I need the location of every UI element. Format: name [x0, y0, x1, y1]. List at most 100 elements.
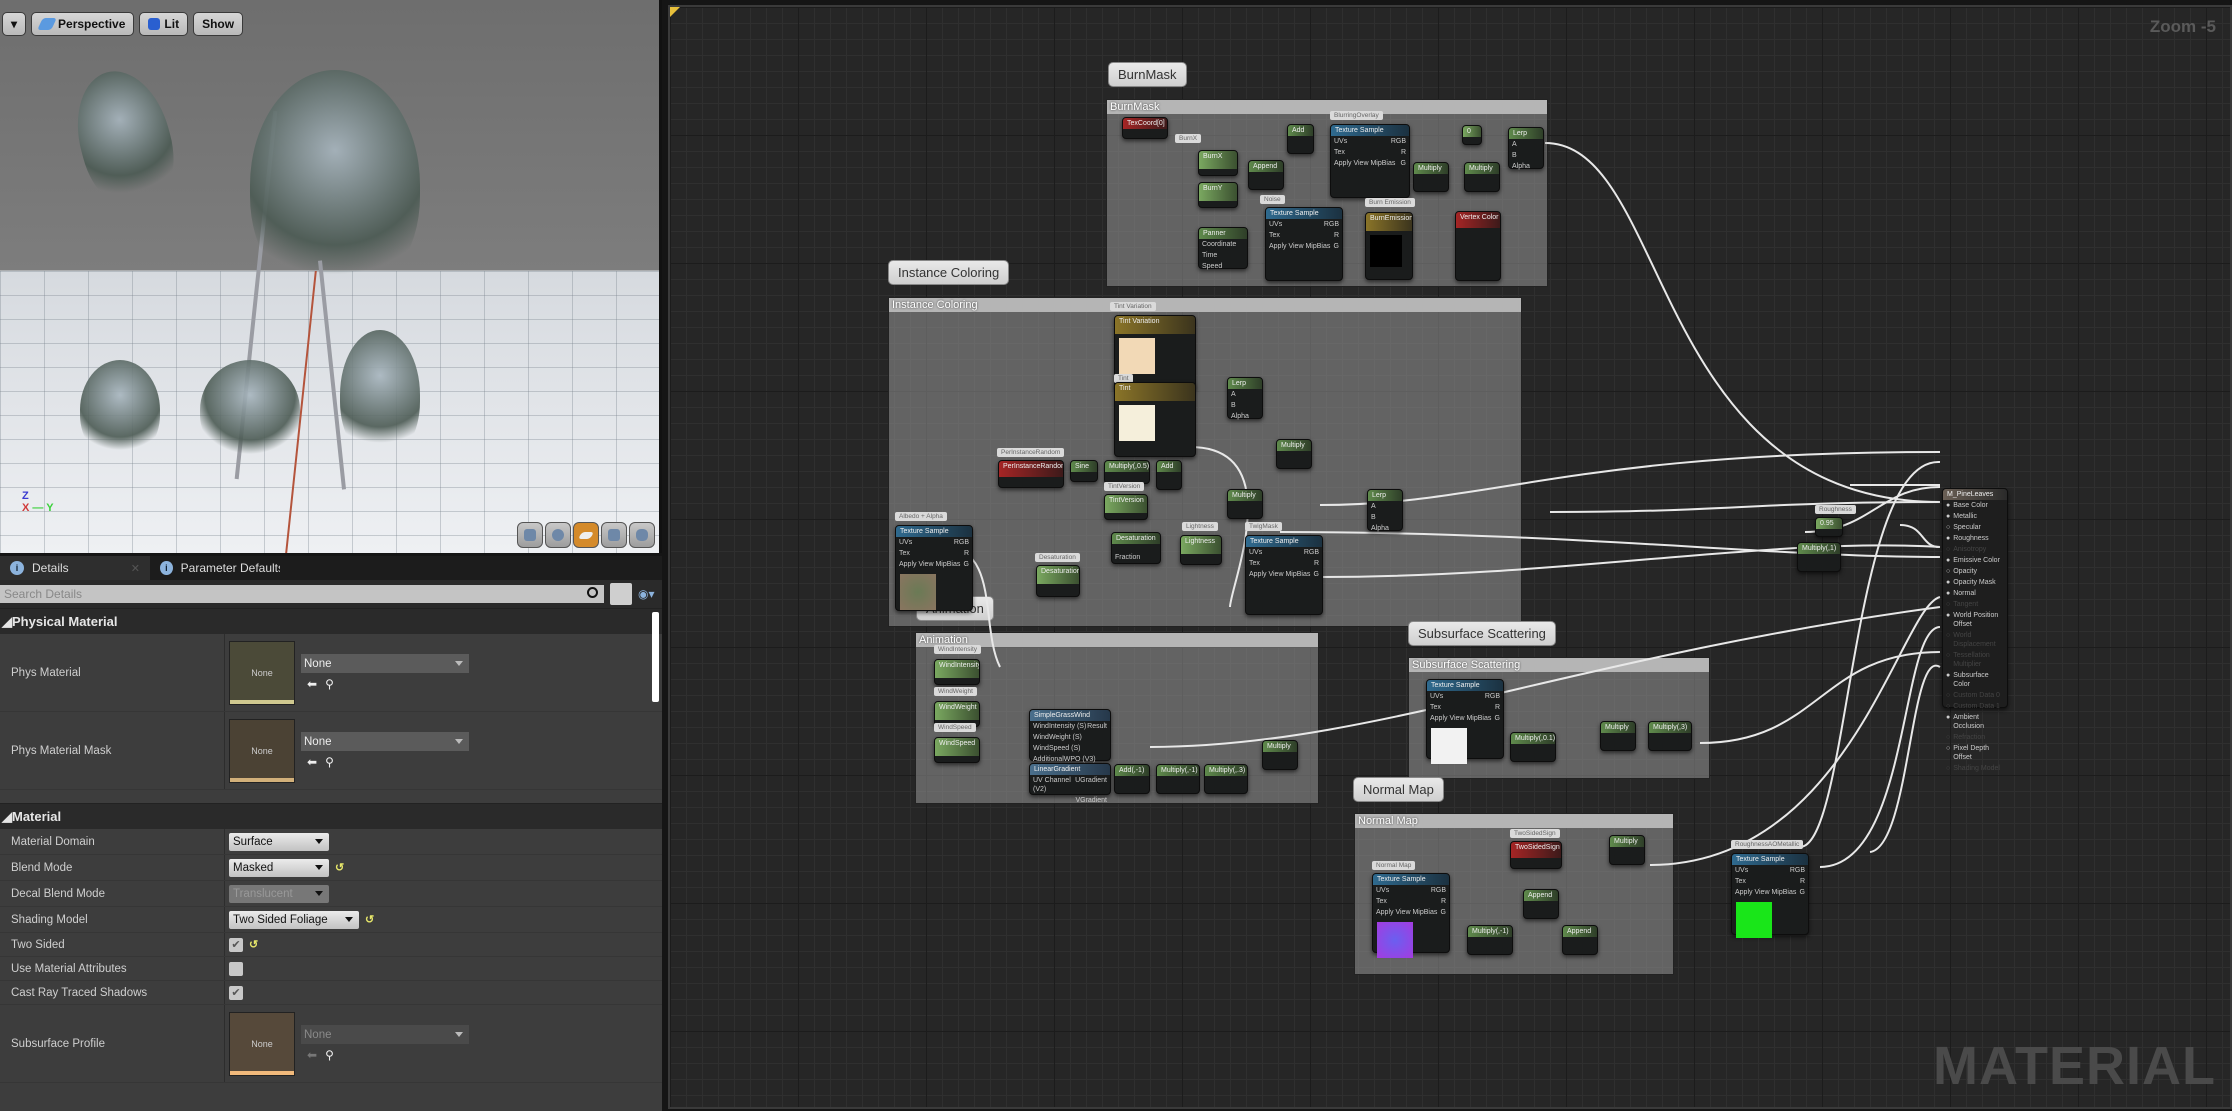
result-pin[interactable]: ○ Shading Model — [1943, 763, 2007, 774]
node-tint[interactable]: Tint — [1114, 382, 1196, 457]
node-tint-version[interactable]: TintVersion — [1104, 494, 1148, 520]
result-pin[interactable]: ● Subsurface Color — [1943, 670, 2007, 690]
node-multiply-3[interactable]: Multiply(,3) — [1648, 721, 1692, 751]
tab-details[interactable]: i Details ✕ — [0, 556, 150, 580]
node-material-result[interactable]: M_PineLeaves ● Base Color ● Metallic ○ Specul… — [1942, 488, 2008, 772]
viewport-menu-button[interactable]: ▾ — [2, 12, 27, 36]
node-roughness-constant[interactable]: 0.95 — [1815, 517, 1843, 537]
comment-box-instance-coloring[interactable]: Instance Coloring — [888, 297, 1522, 627]
node-multiply-01[interactable]: Multiply(,0.1) — [1510, 732, 1556, 762]
node-sine[interactable]: Sine — [1070, 460, 1098, 482]
node-append[interactable]: Append — [1248, 160, 1284, 190]
node-burny[interactable]: BurnY — [1198, 182, 1238, 208]
node-multiply[interactable]: Multiply — [1227, 489, 1263, 519]
node-texture-sample-noise[interactable]: Texture Sample UVs RGB Tex R Apply View Mi… — [1265, 207, 1343, 281]
node-multiply[interactable]: Multiply — [1609, 835, 1645, 865]
node-append[interactable]: Append — [1523, 889, 1559, 919]
blend-mode-dropdown[interactable]: Masked — [229, 858, 329, 877]
node-texture-sample-subsurface[interactable]: Texture Sample UVs RGB Tex R Apply View Mi… — [1426, 679, 1504, 764]
node-add[interactable]: Add — [1287, 124, 1314, 154]
result-pin[interactable]: ○ Specular — [1943, 522, 2007, 533]
node-add[interactable]: Add — [1156, 460, 1182, 490]
result-pin[interactable]: ○ Tangent — [1943, 599, 2007, 610]
result-pin[interactable]: ● Ambient Occlusion — [1943, 712, 2007, 732]
result-pin[interactable]: ○ Anisotropy — [1943, 544, 2007, 555]
node-desaturation-param[interactable]: Desaturation — [1036, 565, 1080, 597]
shading-model-dropdown[interactable]: Two Sided Foliage — [229, 910, 359, 929]
node-wind-speed[interactable]: WindSpeed — [934, 737, 980, 763]
result-pin[interactable]: ○ Tessellation Multiplier — [1943, 650, 2007, 670]
visibility-eye-icon[interactable]: ◉▾ — [638, 587, 662, 601]
node-multiply-03[interactable]: Multiply(,.3) — [1204, 764, 1248, 794]
tab-parameter-defaults[interactable]: i Parameter Defaults — [150, 556, 290, 580]
node-multiply-05[interactable]: Multiply(,0.5) — [1104, 460, 1150, 484]
close-tab-icon[interactable]: ✕ — [131, 562, 140, 575]
cast-ray-traced-shadows-checkbox[interactable]: ✔ — [229, 985, 243, 1000]
node-multiply[interactable]: Multiply — [1262, 740, 1298, 770]
node-lerp[interactable]: Lerp A B Alpha — [1227, 377, 1263, 420]
node-linear-gradient[interactable]: LinearGradient UV Channel (V2) UGradient … — [1029, 763, 1111, 804]
node-multiply[interactable]: Multiply — [1464, 162, 1500, 192]
reset-to-default-icon[interactable]: ↺ — [365, 913, 374, 926]
node-per-instance-random[interactable]: PerInstanceRandom — [998, 460, 1064, 488]
asset-thumbnail[interactable]: None — [229, 718, 295, 783]
preview-cylinder-button[interactable] — [517, 522, 543, 548]
comment-bubble-normal-map[interactable]: Normal Map — [1353, 777, 1444, 802]
node-texcoord[interactable]: TexCoord[0] — [1122, 117, 1168, 139]
node-burnx[interactable]: BurnX — [1198, 150, 1238, 176]
node-texture-sample-twig[interactable]: Texture Sample UVs RGB Tex R Apply View Mi… — [1245, 535, 1323, 615]
material-domain-dropdown[interactable]: Surface — [229, 832, 329, 851]
node-add-m1[interactable]: Add(,-1) — [1114, 764, 1150, 794]
section-physical-material[interactable]: ◢ Physical Material — [0, 608, 662, 634]
node-texture-sample-normal[interactable]: Texture Sample UVs RGB Tex R Apply View Mi… — [1372, 873, 1450, 958]
view-options-grid-button[interactable] — [610, 583, 632, 605]
reset-to-default-icon[interactable]: ↺ — [335, 861, 344, 874]
reset-to-default-icon[interactable]: ↺ — [249, 938, 258, 951]
node-wind-intensity[interactable]: WindIntensity — [934, 659, 980, 685]
preview-viewport[interactable]: ▾ Perspective Lit Show Z X — Y — [0, 0, 662, 553]
result-pin[interactable]: ○ World Displacement — [1943, 630, 2007, 650]
node-texture-sample-albedo[interactable]: Texture Sample UVs RGB Tex R Apply View Mi… — [895, 525, 973, 611]
result-pin[interactable]: ○ Custom Data 1 — [1943, 701, 2007, 712]
node-multiply[interactable]: Multiply — [1276, 439, 1312, 469]
phys-material-picker[interactable]: None — [301, 654, 469, 673]
node-lightness[interactable]: Lightness — [1180, 535, 1222, 565]
use-selected-arrow-icon[interactable]: ⬅ — [307, 677, 317, 691]
node-texture-sample-rao[interactable]: Texture Sample UVs RGB Tex R Apply View Mi… — [1731, 853, 1809, 938]
result-pin[interactable]: ○ Opacity — [1943, 566, 2007, 577]
node-simple-grass-wind[interactable]: SimpleGrassWind WindIntensity (S) Result … — [1029, 709, 1111, 763]
lit-button[interactable]: Lit — [139, 12, 189, 36]
result-pin[interactable]: ● Opacity Mask — [1943, 577, 2007, 588]
preview-plane-button[interactable] — [573, 522, 599, 548]
node-multiply-1[interactable]: Multiply(,1) — [1797, 542, 1841, 572]
node-multiply-m1[interactable]: Multiply(,-1) — [1156, 764, 1200, 794]
result-pin[interactable]: ● Metallic — [1943, 511, 2007, 522]
preview-cube-button[interactable] — [601, 522, 627, 548]
node-vertex-color[interactable]: Vertex Color — [1455, 211, 1501, 281]
node-desaturation[interactable]: Desaturation Fraction — [1111, 532, 1161, 564]
preview-sphere-button[interactable] — [545, 522, 571, 548]
use-selected-arrow-icon[interactable]: ⬅ — [307, 755, 317, 769]
node-panner[interactable]: Panner Coordinate Time Speed — [1198, 227, 1248, 270]
node-multiply-m1[interactable]: Multiply(,-1) — [1467, 925, 1513, 955]
node-two-sided-sign[interactable]: TwoSidedSign — [1510, 841, 1562, 869]
details-scrollbar[interactable] — [652, 612, 659, 702]
node-multiply[interactable]: Multiply — [1413, 162, 1449, 192]
result-pin[interactable]: ● Normal — [1943, 588, 2007, 599]
node-append[interactable]: Append — [1562, 925, 1598, 955]
result-pin[interactable]: ● World Position Offset — [1943, 610, 2007, 630]
material-graph-canvas[interactable]: Zoom -5 MATERIAL BurnMask BurnMask Insta… — [668, 5, 2232, 1109]
node-lerp[interactable]: Lerp A B Alpha — [1367, 489, 1403, 532]
asset-thumbnail[interactable]: None — [229, 640, 295, 705]
phys-material-mask-picker[interactable]: None — [301, 732, 469, 751]
result-pin[interactable]: ○ Pixel Depth Offset — [1943, 743, 2007, 763]
two-sided-checkbox[interactable]: ✔ — [229, 937, 243, 952]
section-material[interactable]: ◢ Material — [0, 803, 662, 829]
browse-search-icon[interactable]: ⚲ — [325, 677, 334, 691]
show-button[interactable]: Show — [193, 12, 244, 36]
subsurface-profile-picker[interactable]: None — [301, 1025, 469, 1044]
result-pin[interactable]: ○ Custom Data 0 — [1943, 690, 2007, 701]
node-burn-emission[interactable]: BurnEmission — [1365, 212, 1413, 280]
perspective-button[interactable]: Perspective — [31, 12, 135, 36]
result-pin[interactable]: ○ Refraction — [1943, 732, 2007, 743]
